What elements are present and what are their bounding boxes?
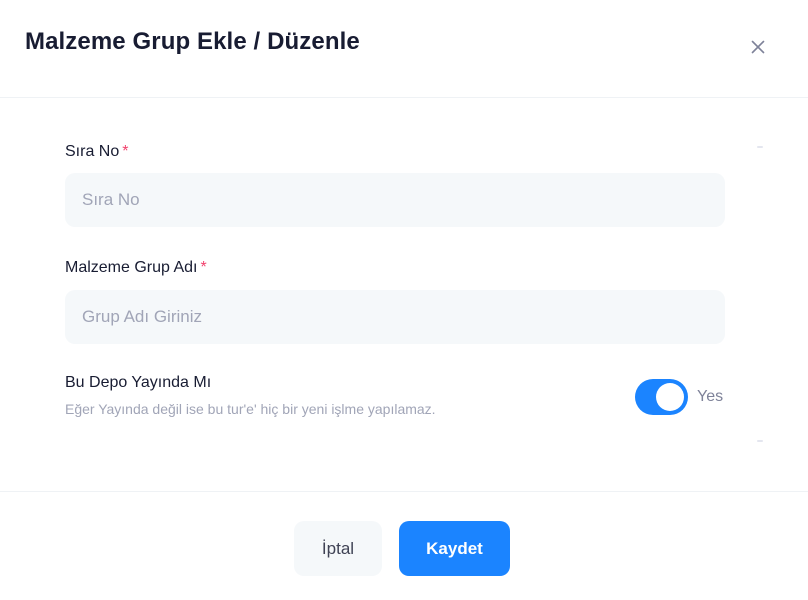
scrollbar-up-arrow[interactable]: [757, 146, 763, 148]
modal-footer: İptal Kaydet: [0, 491, 808, 600]
yayinda-description: Eğer Yayında değil ise bu tur'e' hiç bir…: [65, 401, 436, 417]
close-button[interactable]: [744, 33, 772, 61]
toggle-knob: [656, 383, 684, 411]
cancel-button[interactable]: İptal: [294, 521, 382, 576]
required-mark: *: [200, 259, 207, 276]
sira-no-label-text: Sıra No: [65, 143, 120, 160]
yayinda-toggle[interactable]: [635, 379, 688, 415]
grup-adi-label: Malzeme Grup Adı *: [65, 259, 207, 277]
close-icon: [751, 40, 765, 54]
sira-no-input[interactable]: [65, 173, 725, 227]
grup-adi-input[interactable]: [65, 290, 725, 344]
sira-no-label: Sıra No *: [65, 143, 128, 161]
yayinda-state-label: Yes: [697, 388, 724, 405]
scrollbar-down-arrow[interactable]: [757, 440, 763, 442]
save-button[interactable]: Kaydet: [399, 521, 510, 576]
grup-adi-label-text: Malzeme Grup Adı: [65, 259, 198, 276]
modal-header: Malzeme Grup Ekle / Düzenle: [0, 0, 808, 98]
modal-title: Malzeme Grup Ekle / Düzenle: [25, 28, 360, 55]
yayinda-title: Bu Depo Yayında Mı: [65, 374, 212, 391]
required-mark: *: [122, 143, 129, 160]
